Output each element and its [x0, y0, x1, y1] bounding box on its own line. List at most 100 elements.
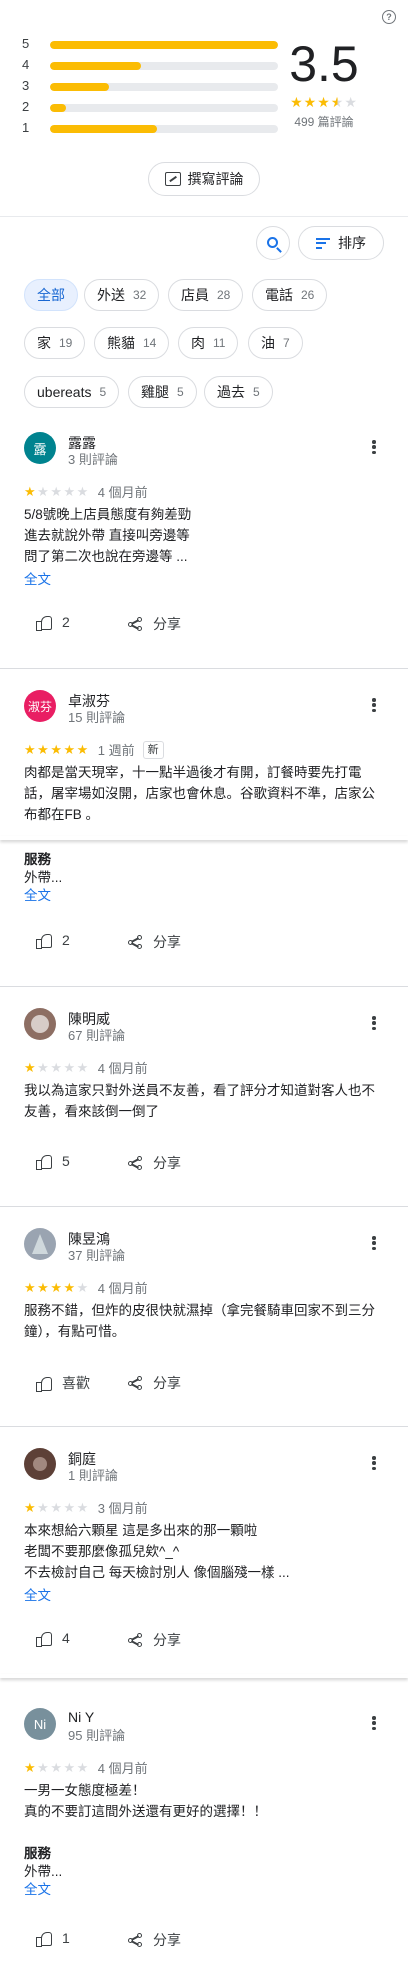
- review-text: 一男一女態度極差！ 真的不要訂這間外送還有更好的選擇！！: [24, 1783, 267, 1819]
- sort-button[interactable]: 排序: [298, 226, 384, 260]
- avatar[interactable]: 淑芬: [24, 690, 56, 722]
- distribution-bar-fill: [50, 62, 142, 70]
- review-time: 4 個月前: [97, 1761, 148, 1776]
- share-button[interactable]: 分享: [128, 1630, 181, 1650]
- star-empty-icon: ★: [63, 483, 77, 499]
- distribution-star-label: 4: [22, 57, 30, 72]
- distribution-row-1: 1: [22, 118, 282, 140]
- search-reviews-button[interactable]: [256, 226, 290, 260]
- share-button[interactable]: 分享: [128, 1373, 181, 1393]
- more-options-icon[interactable]: [372, 440, 376, 454]
- chip-count: 32: [133, 288, 147, 302]
- profile-photo-icon: [33, 1457, 47, 1471]
- more-options-icon[interactable]: [372, 698, 376, 712]
- chip-all[interactable]: 全部: [24, 279, 78, 311]
- read-more-link[interactable]: 全文: [24, 884, 51, 904]
- chip-count: 7: [283, 336, 290, 350]
- star-filled-icon: ★: [37, 741, 51, 757]
- chip-delivery[interactable]: 外送 32: [84, 279, 160, 311]
- share-button[interactable]: 分享: [128, 1153, 181, 1173]
- distribution-bar-fill: [50, 104, 66, 112]
- service-heading: 服務: [24, 852, 51, 867]
- like-button[interactable]: 喜歡: [36, 1373, 90, 1393]
- chip-label: 家: [37, 335, 51, 351]
- rating-line: ★★★★★ 4 個月前: [24, 1758, 148, 1777]
- chip-panda[interactable]: 熊貓 14: [94, 327, 170, 359]
- chip-count: 5: [177, 385, 184, 399]
- chip-count: 11: [213, 336, 226, 350]
- divider: [0, 836, 408, 840]
- more-options-icon[interactable]: [372, 1016, 376, 1030]
- read-more-link[interactable]: 全文: [24, 1584, 51, 1604]
- share-button[interactable]: 分享: [128, 932, 181, 952]
- divider: [0, 216, 408, 217]
- star-filled-icon: ★: [24, 1759, 38, 1775]
- chip-label: 過去: [217, 384, 245, 400]
- chip-label: ubereats: [37, 384, 92, 400]
- like-button[interactable]: 2: [36, 614, 70, 631]
- share-button[interactable]: 分享: [128, 614, 181, 634]
- share-icon: [128, 935, 143, 949]
- chip-count: 28: [217, 288, 231, 302]
- like-button[interactable]: 2: [36, 932, 70, 949]
- chip-label: 電話: [265, 287, 293, 303]
- thumbs-up-icon: [36, 1154, 52, 1170]
- star-empty-icon: ★: [37, 1759, 51, 1775]
- more-options-icon[interactable]: [372, 1236, 376, 1250]
- chip-label: 雞腿: [141, 384, 169, 400]
- help-icon[interactable]: ?: [382, 10, 396, 24]
- service-value: 外帶...: [24, 1864, 63, 1879]
- distribution-bar: [50, 62, 278, 70]
- review-time: 4 個月前: [97, 1281, 148, 1296]
- reviewer-name[interactable]: Ni Y: [68, 1709, 94, 1725]
- read-more-link[interactable]: 全文: [24, 1878, 51, 1898]
- avatar[interactable]: [24, 1448, 56, 1480]
- star-filled-icon: ★: [24, 1279, 38, 1295]
- share-button[interactable]: 分享: [128, 1930, 181, 1950]
- write-review-button[interactable]: 撰寫評論: [148, 162, 260, 196]
- chip-meat[interactable]: 肉 11: [178, 327, 239, 359]
- review-card: Ni Ni Y 95 則評論 ★★★★★ 4 個月前 一男一女態度極差！ 真的不…: [0, 1708, 408, 1970]
- rating-line: ★★★★★ 4 個月前: [24, 482, 148, 501]
- rating-line: ★★★★★ 4 個月前: [24, 1278, 148, 1297]
- review-stars: ★★★★★: [24, 1760, 90, 1776]
- distribution-bar-fill: [50, 83, 110, 91]
- star-empty-icon: ★: [76, 483, 90, 499]
- chip-chicken-leg[interactable]: 雞腿 5: [128, 376, 197, 408]
- chip-ubereats[interactable]: ubereats 5: [24, 376, 120, 408]
- distribution-star-label: 1: [22, 120, 30, 135]
- chip-oil[interactable]: 油7: [248, 327, 303, 359]
- avatar[interactable]: Ni: [24, 1708, 56, 1740]
- more-options-icon[interactable]: [372, 1456, 376, 1470]
- distribution-bar: [50, 104, 278, 112]
- read-more-link[interactable]: 全文: [24, 568, 51, 588]
- edit-review-icon: [164, 172, 181, 186]
- divider: [0, 1674, 408, 1678]
- reviewer-review-count: 37 則評論: [68, 1248, 126, 1263]
- review-stars: ★★★★★: [24, 1500, 90, 1516]
- share-label: 分享: [153, 1155, 181, 1171]
- avatar[interactable]: 露: [24, 432, 56, 464]
- chip-past[interactable]: 過去 5: [204, 376, 273, 408]
- divider: [0, 1426, 408, 1427]
- thumbs-up-icon: [36, 1931, 52, 1947]
- review-text: 肉都是當天現宰，十一點半過後才有開，訂餐時要先打電話，屠宰場如沒開，店家也會休息…: [24, 765, 375, 822]
- review-card: 陳昱鴻 37 則評論 ★★★★★ 4 個月前 服務不錯，但炸的皮很快就濕掉（拿完…: [0, 1228, 408, 1418]
- chip-phone[interactable]: 電話 26: [252, 279, 328, 311]
- chip-staff[interactable]: 店員 28: [168, 279, 244, 311]
- like-button[interactable]: 4: [36, 1630, 70, 1647]
- like-count: 5: [62, 1153, 70, 1169]
- more-options-icon[interactable]: [372, 1716, 376, 1730]
- review-card: 陳明威 67 則評論 ★★★★★ 4 個月前 我以為這家只對外送員不友善，看了評…: [0, 1008, 408, 1198]
- avatar[interactable]: [24, 1228, 56, 1260]
- like-button[interactable]: 5: [36, 1153, 70, 1170]
- review-text: 我以為這家只對外送員不友善，看了評分才知道對客人也不友善，看來該倒一倒了: [24, 1083, 375, 1119]
- star-filled-icon: ★: [63, 741, 77, 757]
- sort-label: 排序: [338, 235, 366, 251]
- chip-home[interactable]: 家 19: [24, 327, 86, 359]
- avatar[interactable]: [24, 1008, 56, 1040]
- rating-line: ★★★★★ 4 個月前: [24, 1058, 148, 1077]
- share-icon: [128, 1156, 143, 1170]
- chip-count: 19: [59, 336, 73, 350]
- like-button[interactable]: 1: [36, 1930, 70, 1947]
